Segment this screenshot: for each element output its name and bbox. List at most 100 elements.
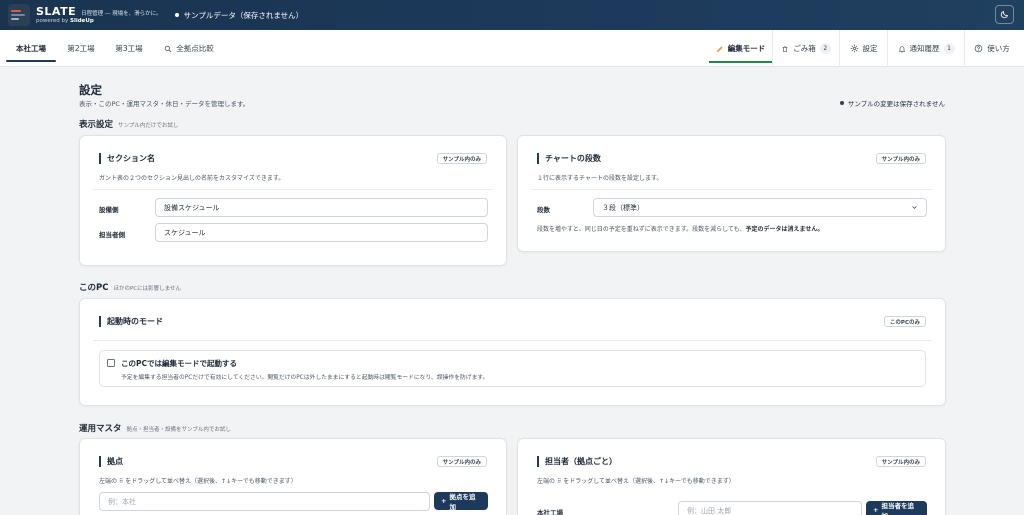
- staff-name-input[interactable]: [678, 501, 862, 515]
- page-subtitle: 表示・このPC・運用マスタ・休日・データを管理します。: [79, 100, 250, 108]
- card-divider: [93, 340, 932, 341]
- card-description: 左端の ⠿ をドラッグして並べ替え（選択後、↑↓キーでも移動できます）: [537, 478, 735, 485]
- sample-status: サンプルデータ（保存されません）: [174, 10, 304, 21]
- settings-button[interactable]: 設定: [840, 30, 887, 67]
- trash-button[interactable]: ごみ箱 2: [773, 30, 839, 67]
- tab-label: 第3工場: [115, 44, 143, 53]
- section-this-pc: このPC ほかのPCには影響しません: [79, 281, 181, 293]
- notification-count-badge: 1: [943, 43, 955, 54]
- section-note: 拠点・担当者・設備をサンプル内でお試し: [126, 427, 231, 433]
- app-header: SLATE 日程管理 — 現場を、滑らかに。 powered by SlideU…: [0, 0, 1024, 30]
- rows-label: 段数: [537, 206, 550, 214]
- brand-name: SLATE: [36, 4, 77, 18]
- unsaved-note-text: サンプルの変更は保存されません: [847, 100, 945, 108]
- tab-label: 本社工場: [16, 44, 46, 53]
- person-side-label: 担当者側: [99, 231, 125, 239]
- sample-only-badge: サンプル内のみ: [875, 456, 926, 467]
- tab-factory-3[interactable]: 第3工場: [106, 30, 152, 67]
- site-name-input[interactable]: [99, 492, 430, 511]
- card-chart-rows: チャートの段数 サンプル内のみ １行に表示するチャートの段数を設定します。 段数…: [517, 135, 946, 252]
- add-staff-button[interactable]: + 担当者を追加: [866, 501, 927, 515]
- plus-icon: +: [873, 506, 879, 514]
- section-title: このPC: [79, 283, 109, 293]
- theme-toggle-button[interactable]: [995, 5, 1014, 24]
- card-staff: 担当者（拠点ごと） サンプル内のみ 左端の ⠿ をドラッグして並べ替え（選択後、…: [517, 438, 946, 515]
- equipment-section-name-input[interactable]: [155, 198, 488, 217]
- chart-rows-selected: ３段（標準）: [602, 203, 644, 212]
- pencil-icon: [716, 45, 723, 52]
- startup-edit-mode-description: 予定を編集する担当者のPCだけで有効にしてください。閲覧だけのPCは外したままに…: [121, 375, 489, 381]
- section-display: 表示設定 サンプル内だけでお試し: [79, 118, 178, 130]
- chart-rows-note-text: 段数を増やすと、同じ日の予定を重ねずに表示できます。段数を減らしても、: [537, 226, 746, 233]
- sample-only-badge: サンプル内のみ: [436, 456, 487, 467]
- startup-edit-mode-checkbox[interactable]: [107, 359, 115, 367]
- tab-honsha[interactable]: 本社工場: [6, 30, 56, 67]
- card-title: 拠点: [99, 456, 123, 467]
- chart-rows-note: 段数を増やすと、同じ日の予定を重ねずに表示できます。段数を減らしても、予定のデー…: [537, 224, 823, 233]
- person-section-name-input[interactable]: [155, 223, 488, 242]
- add-site-button[interactable]: + 拠点を追加: [434, 492, 488, 511]
- startup-edit-mode-option[interactable]: このPCでは編集モードで起動する 予定を編集する担当者のPCだけで有効にしてくだ…: [99, 350, 926, 387]
- unsaved-note: サンプルの変更は保存されません: [839, 98, 945, 108]
- chart-rows-select[interactable]: ３段（標準）: [593, 198, 927, 217]
- sample-only-badge: サンプル内のみ: [436, 153, 487, 164]
- section-title: 運用マスタ: [79, 424, 122, 434]
- unsaved-dot-icon: [839, 101, 844, 105]
- chart-rows-note-bold: 予定のデータは消えません。: [745, 226, 824, 233]
- powered-by-name: SlideUp: [70, 18, 94, 24]
- bell-icon: [898, 45, 905, 52]
- section-note: サンプル内だけでお試し: [118, 123, 179, 129]
- gear-icon: [850, 44, 858, 53]
- card-startup-mode: 起動時のモード このPCのみ このPCでは編集モードで起動する 予定を編集する担…: [79, 298, 946, 406]
- sample-status-text: サンプルデータ（保存されません）: [183, 10, 304, 20]
- card-title: チャートの段数: [537, 153, 601, 164]
- equipment-side-label: 設備側: [99, 206, 119, 214]
- edit-mode-label: 編集モード: [727, 44, 766, 53]
- notification-history-button[interactable]: 通知履歴 1: [888, 30, 964, 67]
- add-staff-label: 担当者を追加: [881, 502, 914, 515]
- card-divider: [93, 189, 493, 190]
- search-icon: [165, 45, 172, 52]
- trash-count-badge: 2: [819, 43, 831, 54]
- add-site-label: 拠点を追加: [449, 493, 476, 511]
- help-icon: [975, 44, 983, 53]
- edit-mode-button[interactable]: 編集モード: [709, 30, 772, 67]
- moon-icon: [1000, 11, 1008, 19]
- trash-label: ごみ箱: [793, 44, 816, 53]
- brand: SLATE 日程管理 — 現場を、滑らかに。 powered by SlideU…: [36, 6, 162, 25]
- card-description: 左端の ⠿ をドラッグして並べ替え（選択後、↑↓キーでも移動できます）: [99, 478, 297, 485]
- powered-by-prefix: powered by: [36, 18, 70, 24]
- card-title: セクション名: [99, 153, 155, 164]
- card-description: ガント表の２つのセクション見出しの名前をカスタマイズできます。: [99, 175, 285, 182]
- tab-label: 第2工場: [67, 44, 95, 53]
- section-title: 表示設定: [79, 120, 114, 130]
- tab-factory-2[interactable]: 第2工場: [58, 30, 104, 67]
- card-title: 担当者（拠点ごと）: [537, 456, 617, 467]
- chevron-down-icon: [912, 206, 917, 209]
- section-note: ほかのPCには影響しません: [113, 286, 181, 292]
- main-nav: 本社工場 第2工場 第3工場 全拠点比較 編集モード ごみ箱 2 設定 通知履歴…: [0, 30, 1024, 67]
- staff-site-label: 本社工場: [537, 509, 563, 515]
- sample-only-badge: サンプル内のみ: [875, 153, 926, 164]
- powered-by: powered by SlideUp: [36, 18, 162, 25]
- settings-label: 設定: [862, 44, 878, 53]
- this-pc-only-badge: このPCのみ: [883, 316, 926, 327]
- help-button[interactable]: 使い方: [965, 30, 1019, 67]
- brand-tagline: 日程管理 — 現場を、滑らかに。: [81, 10, 162, 17]
- notification-history-label: 通知履歴: [909, 44, 940, 53]
- help-label: 使い方: [987, 44, 1010, 53]
- tab-label: 全拠点比較: [176, 44, 214, 53]
- card-sites: 拠点 サンプル内のみ 左端の ⠿ をドラッグして並べ替え（選択後、↑↓キーでも移…: [79, 438, 507, 515]
- section-master: 運用マスタ 拠点・担当者・設備をサンプル内でお試し: [79, 422, 231, 434]
- startup-edit-mode-label[interactable]: このPCでは編集モードで起動する: [121, 358, 237, 369]
- tab-all-sites[interactable]: 全拠点比較: [156, 30, 222, 67]
- plus-icon: +: [441, 497, 447, 505]
- card-divider: [531, 189, 932, 190]
- card-description: １行に表示するチャートの段数を設定します。: [537, 175, 663, 182]
- status-dot-icon: [174, 13, 179, 17]
- trash-icon: [782, 45, 788, 52]
- card-title: 起動時のモード: [99, 316, 163, 327]
- page-title: 設定: [79, 83, 102, 97]
- app-logo-icon: [8, 4, 30, 26]
- card-section-name: セクション名 サンプル内のみ ガント表の２つのセクション見出しの名前をカスタマイ…: [79, 135, 507, 266]
